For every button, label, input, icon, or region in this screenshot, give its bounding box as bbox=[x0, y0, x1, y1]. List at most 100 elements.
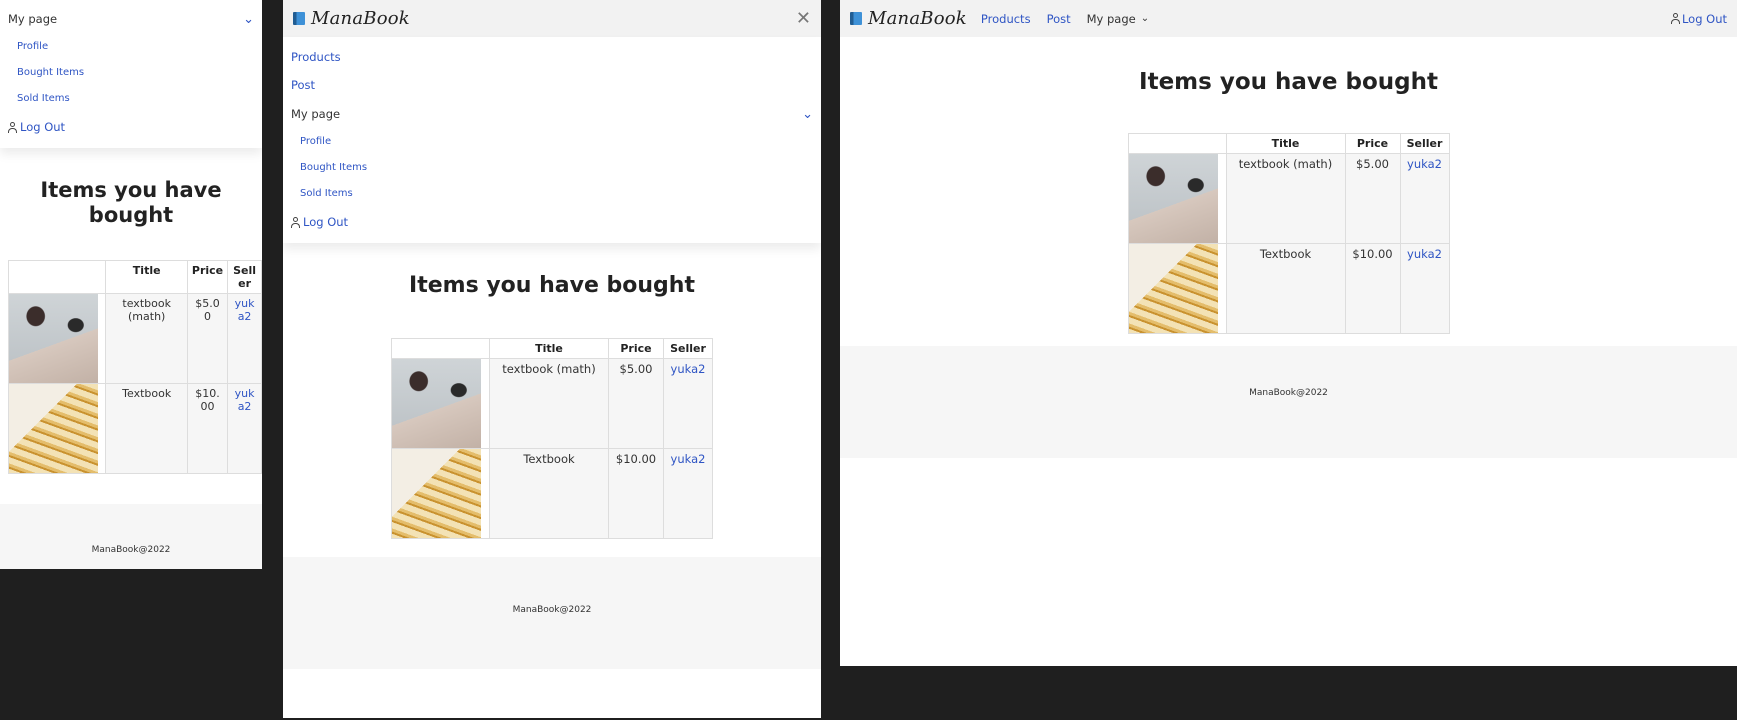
table-wrapper: Title Price Seller textbook (math) $5.00… bbox=[0, 228, 262, 474]
page-title: Items you have bought bbox=[409, 273, 695, 298]
brand-name: ManaBook bbox=[868, 8, 967, 29]
item-seller-cell: yuka2 bbox=[1399, 153, 1450, 244]
seller-link[interactable]: yuka2 bbox=[1407, 247, 1442, 261]
menu-sold-items-link[interactable]: Sold Items bbox=[0, 86, 262, 112]
seller-link[interactable]: yuka2 bbox=[671, 452, 706, 466]
chevron-down-icon: ⌄ bbox=[802, 106, 813, 122]
header-title: Title bbox=[105, 260, 188, 294]
item-image-cell bbox=[7, 293, 107, 384]
item-seller-cell: yuka2 bbox=[663, 448, 713, 539]
menu-profile-link[interactable]: Profile bbox=[0, 34, 262, 60]
my-page-toggle[interactable]: My page ⌄ bbox=[0, 4, 262, 34]
menu-bought-items-link[interactable]: Bought Items bbox=[0, 60, 262, 86]
seller-link[interactable]: yuka2 bbox=[671, 362, 706, 376]
seller-link[interactable]: yuka2 bbox=[235, 387, 255, 413]
open-book-pages-photo[interactable] bbox=[9, 384, 98, 473]
user-icon bbox=[291, 216, 300, 228]
bought-items-table: Title Price Seller textbook (math) $5.00… bbox=[7, 260, 262, 474]
glasses-on-book-photo[interactable] bbox=[392, 359, 481, 448]
header-price: Price bbox=[186, 260, 229, 294]
my-page-toggle[interactable]: My page ⌄ bbox=[283, 99, 821, 129]
header-price: Price bbox=[1344, 133, 1401, 154]
item-price: $5.00 bbox=[1344, 153, 1401, 244]
item-image-cell bbox=[391, 448, 490, 539]
table-row: textbook (math) $5.00 yuka2 bbox=[1127, 153, 1450, 244]
brand-name: ManaBook bbox=[311, 8, 410, 29]
item-image-cell bbox=[391, 358, 490, 449]
item-price: $10.00 bbox=[186, 383, 229, 474]
nav-links: Products Post My page ⌄ bbox=[981, 12, 1149, 26]
navbar: ManaBook Products Post My page ⌄ Log Out bbox=[840, 0, 1737, 37]
table-row: Textbook $10.00 yuka2 bbox=[391, 448, 713, 539]
item-title: textbook (math) bbox=[1225, 153, 1346, 244]
header-seller: Seller bbox=[227, 260, 262, 294]
glasses-on-book-photo[interactable] bbox=[1128, 154, 1218, 243]
logout-label: Log Out bbox=[1681, 11, 1727, 26]
logout-label: Log Out bbox=[303, 215, 349, 229]
table-header-row: Title Price Seller bbox=[391, 338, 713, 359]
header-image bbox=[7, 260, 107, 294]
nav-products-link[interactable]: Products bbox=[981, 12, 1031, 26]
item-price: $5.00 bbox=[186, 293, 229, 384]
page-title: Items you have bought bbox=[40, 178, 222, 227]
glasses-on-book-photo[interactable] bbox=[9, 294, 98, 383]
user-icon bbox=[8, 121, 17, 133]
my-page-dropdown[interactable]: My page ⌄ bbox=[1087, 12, 1150, 26]
footer-text: ManaBook@2022 bbox=[91, 545, 171, 555]
seller-link[interactable]: yuka2 bbox=[1407, 157, 1442, 171]
item-price: $10.00 bbox=[1344, 243, 1401, 334]
bought-items-table: Title Price Seller textbook (math) $5.00… bbox=[1127, 133, 1450, 334]
item-title: textbook (math) bbox=[105, 293, 188, 384]
header-seller: Seller bbox=[663, 338, 713, 359]
close-icon[interactable]: ✕ bbox=[796, 9, 811, 28]
table-row: textbook (math) $5.00 yuka2 bbox=[391, 358, 713, 449]
nav-post-link[interactable]: Post bbox=[283, 71, 821, 99]
item-image-cell bbox=[7, 383, 107, 474]
footer: ManaBook@2022 bbox=[840, 346, 1737, 458]
table-wrapper: Title Price Seller textbook (math) $5.00… bbox=[840, 95, 1737, 334]
table-wrapper: Title Price Seller textbook (math) $5.00… bbox=[283, 298, 821, 539]
header-seller: Seller bbox=[1399, 133, 1450, 154]
menu-profile-link[interactable]: Profile bbox=[283, 129, 821, 155]
header-title: Title bbox=[1225, 133, 1346, 154]
menu-bought-items-link[interactable]: Bought Items bbox=[283, 155, 821, 181]
header-image bbox=[1127, 133, 1227, 154]
table-header-row: Title Price Seller bbox=[1127, 133, 1450, 154]
seller-link[interactable]: yuka2 bbox=[235, 297, 255, 323]
my-page-label: My page bbox=[8, 12, 58, 26]
item-price: $10.00 bbox=[608, 448, 664, 539]
brand-link[interactable]: ManaBook bbox=[850, 8, 967, 29]
desktop-view: ManaBook Products Post My page ⌄ Log Out… bbox=[840, 0, 1737, 666]
book-icon bbox=[850, 12, 862, 25]
mobile-medium-view: ManaBook ✕ Products Post My page ⌄ Profi… bbox=[283, 0, 821, 718]
table-header-row: Title Price Seller bbox=[7, 260, 262, 294]
menu-sold-items-link[interactable]: Sold Items bbox=[283, 181, 821, 207]
logout-link[interactable]: Log Out bbox=[1670, 11, 1727, 26]
bought-items-table: Title Price Seller textbook (math) $5.00… bbox=[391, 338, 713, 539]
footer: ManaBook@2022 bbox=[0, 504, 262, 569]
item-seller-cell: yuka2 bbox=[1399, 243, 1450, 334]
footer-text: ManaBook@2022 bbox=[512, 605, 592, 615]
chevron-down-icon: ⌄ bbox=[1140, 13, 1150, 24]
item-title: textbook (math) bbox=[489, 358, 609, 449]
logout-link[interactable]: Log Out bbox=[0, 112, 262, 142]
nav-post-link[interactable]: Post bbox=[1047, 12, 1071, 26]
navbar: ManaBook ✕ bbox=[283, 0, 821, 37]
page-title: Items you have bought bbox=[1139, 69, 1438, 95]
item-seller-cell: yuka2 bbox=[663, 358, 713, 449]
chevron-down-icon: ⌄ bbox=[243, 11, 254, 27]
footer: ManaBook@2022 bbox=[283, 557, 821, 669]
table-row: Textbook $10.00 yuka2 bbox=[1127, 243, 1450, 334]
open-book-pages-photo[interactable] bbox=[392, 449, 481, 538]
header-price: Price bbox=[608, 338, 664, 359]
open-book-pages-photo[interactable] bbox=[1128, 244, 1218, 333]
my-page-label: My page bbox=[291, 107, 341, 121]
nav-menu: My page ⌄ Profile Bought Items Sold Item… bbox=[0, 0, 262, 148]
brand-link[interactable]: ManaBook bbox=[293, 8, 410, 29]
mobile-narrow-view: My page ⌄ Profile Bought Items Sold Item… bbox=[0, 0, 262, 569]
table-row: textbook (math) $5.00 yuka2 bbox=[7, 293, 262, 384]
book-icon bbox=[293, 12, 305, 25]
logout-link[interactable]: Log Out bbox=[283, 207, 821, 237]
nav-products-link[interactable]: Products bbox=[283, 43, 821, 71]
item-title: Textbook bbox=[489, 448, 609, 539]
